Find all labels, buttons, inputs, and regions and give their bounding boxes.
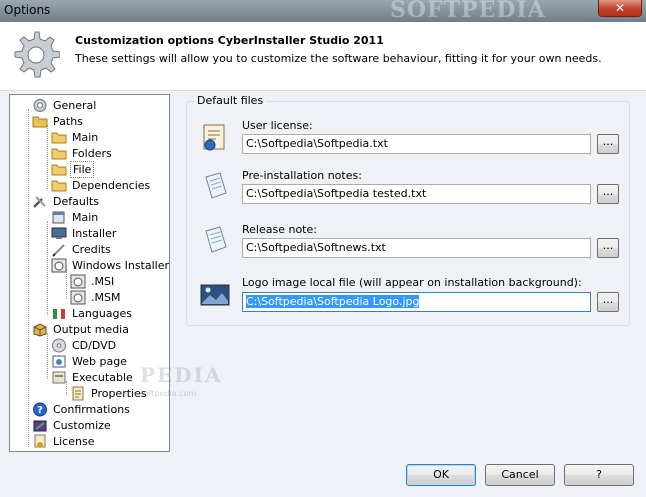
tree-item-label: Main <box>72 211 99 224</box>
cancel-button[interactable]: Cancel <box>485 464 555 486</box>
close-button[interactable]: ✕ <box>598 0 642 17</box>
folder-open-icon <box>32 116 48 128</box>
pre-installation-notes-browse-button[interactable]: ... <box>597 184 619 204</box>
folder-icon <box>51 132 67 144</box>
executable-icon <box>52 371 66 384</box>
folder-icon <box>51 180 67 192</box>
tree-item-label: File <box>70 161 95 178</box>
title-bar: Options SOFTPEDIA ✕ <box>0 0 646 23</box>
logo-image-value: C:\Softpedia\Softpedia Logo.jpg <box>246 295 420 308</box>
help-icon: ? <box>33 402 47 417</box>
tree-item-label: Paths <box>53 115 83 128</box>
cd-icon <box>52 338 66 353</box>
header-title: Customization options CyberInstaller Stu… <box>75 34 384 47</box>
window-icon <box>52 211 65 224</box>
watermark: PEDIA <box>140 363 223 387</box>
gear-icon <box>14 31 60 78</box>
tree-line <box>28 109 29 447</box>
tools-icon <box>33 196 46 208</box>
tree-line <box>66 269 67 299</box>
svg-text:?: ? <box>37 405 43 416</box>
default-files-group-label: Default files <box>194 94 267 107</box>
tree-item-label: Defaults <box>53 195 99 208</box>
header-subtitle: These settings will allow you to customi… <box>75 52 602 65</box>
ok-button[interactable]: OK <box>406 464 476 486</box>
properties-icon <box>72 386 84 401</box>
tree-item-label: Languages <box>72 307 133 320</box>
image-icon <box>200 284 230 306</box>
package-icon <box>70 274 86 289</box>
package-icon <box>70 290 86 305</box>
header-panel: Customization options CyberInstaller Stu… <box>0 22 646 91</box>
tree-item-label: Folders <box>72 147 112 160</box>
notepad-icon <box>205 172 227 199</box>
tree-item-label: License <box>53 435 95 448</box>
tree-item-label: Web page <box>72 355 127 368</box>
tree-item-label: Credits <box>72 243 111 256</box>
tree-item-label: Customize <box>53 419 111 432</box>
logo-image-browse-button[interactable]: ... <box>597 292 619 312</box>
tree-line <box>47 333 48 379</box>
webpage-icon <box>52 355 66 368</box>
window-title: Options <box>4 3 51 17</box>
notepad-icon <box>205 226 227 253</box>
tree-line <box>47 221 48 315</box>
gear-icon <box>33 99 47 112</box>
certificate-icon <box>203 124 225 151</box>
tree-item-label: General <box>53 99 97 112</box>
license-icon <box>34 434 46 448</box>
tree-item-label: Executable <box>72 371 133 384</box>
tree-item-label: Dependencies <box>72 179 151 192</box>
pre-installation-notes-label: Pre-installation notes: <box>242 169 362 182</box>
release-note-browse-button[interactable]: ... <box>597 238 619 258</box>
logo-image-field[interactable]: C:\Softpedia\Softpedia Logo.jpg <box>242 292 591 312</box>
monitor-icon <box>51 227 67 239</box>
tree-line <box>47 125 48 189</box>
tree-item-label: Output media <box>53 323 129 336</box>
folder-icon <box>51 164 67 176</box>
help-button[interactable]: ? <box>564 464 634 486</box>
folder-icon <box>51 148 67 160</box>
watermark-url: www.softpedia.com <box>118 389 197 398</box>
flag-icon <box>53 309 65 319</box>
tree-item-label: .MSM <box>91 291 121 304</box>
watermark: SOFTPEDIA <box>390 0 546 23</box>
pen-icon <box>52 244 65 257</box>
release-note-label: Release note: <box>242 223 317 236</box>
tree-item-label: .MSI <box>91 275 115 288</box>
tree-item-label: Main <box>72 131 99 144</box>
pre-installation-notes-field[interactable]: C:\Softpedia\Softpedia tested.txt <box>242 184 591 204</box>
box-icon <box>33 323 47 337</box>
tree-item-label: Installer <box>72 227 117 240</box>
user-license-label: User license: <box>242 119 313 132</box>
package-icon <box>51 258 67 273</box>
customize-icon <box>33 420 47 432</box>
release-note-field[interactable]: C:\Softpedia\Softnews.txt <box>242 238 591 258</box>
tree-item-label: Confirmations <box>53 403 130 416</box>
user-license-field[interactable]: C:\Softpedia\Softpedia.txt <box>242 134 591 154</box>
options-tree[interactable]: General Paths Main Folders File Dependen… <box>9 94 170 452</box>
logo-image-label: Logo image local file (will appear on in… <box>242 276 582 289</box>
tree-item-label: Windows Installer <box>72 259 170 272</box>
tree-item-label: CD/DVD <box>72 339 117 352</box>
user-license-browse-button[interactable]: ... <box>597 134 619 154</box>
